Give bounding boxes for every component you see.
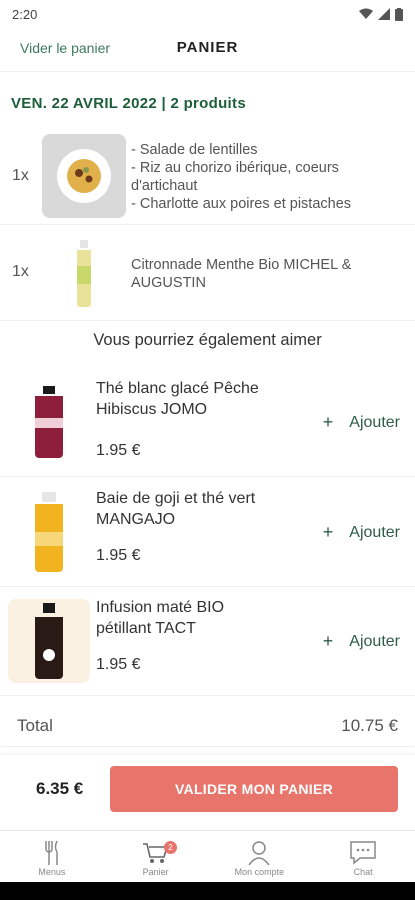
item-quantity: 1x <box>12 263 29 280</box>
nav-item-account[interactable]: Mon compte <box>208 831 312 882</box>
meal-line: - Riz au chorizo ibérique, coeurs d'arti… <box>131 160 339 194</box>
drink-line: Citronnade Menthe Bio MICHEL & AUGUSTIN <box>131 257 352 291</box>
product-image <box>8 380 90 464</box>
page-title: PANIER <box>176 39 239 56</box>
add-label: Ajouter <box>349 413 400 431</box>
status-bar: 2:20 <box>0 0 415 28</box>
battery-icon <box>395 7 403 21</box>
meal-image <box>42 134 126 218</box>
bottle-icon <box>35 603 63 679</box>
product-name: Thé blanc glacé Pêche Hibiscus JOMO <box>96 380 259 418</box>
product-image <box>8 490 90 574</box>
add-label: Ajouter <box>349 632 400 650</box>
plus-icon: + <box>322 522 334 542</box>
divider <box>0 746 415 747</box>
nav-item-chat[interactable]: Chat <box>311 831 415 882</box>
nav-item-menus[interactable]: Menus <box>0 831 104 882</box>
meal-line: - Charlotte aux poires et pistaches <box>131 196 352 212</box>
item-quantity: 1x <box>12 167 29 184</box>
user-icon <box>247 839 271 867</box>
nav-label: Panier <box>142 867 169 877</box>
suggestions-title: Vous pourriez également aimer <box>93 331 322 349</box>
bottle-icon <box>35 492 63 572</box>
product-name: Infusion maté BIO pétillant TACT <box>96 599 225 637</box>
cart-badge: 2 <box>163 841 177 854</box>
drink-image <box>42 231 126 315</box>
add-button[interactable]: + Ajouter <box>323 631 400 652</box>
wifi-icon <box>359 8 373 19</box>
meal-description: - Salade de lentilles - Riz au chorizo i… <box>131 141 401 213</box>
drink-description: Citronnade Menthe Bio MICHEL & AUGUSTIN <box>131 256 401 292</box>
product-price: 1.95 € <box>96 442 141 459</box>
signal-icon <box>378 8 390 20</box>
plus-icon: + <box>322 631 334 651</box>
nav-label: Mon compte <box>234 867 285 877</box>
add-button[interactable]: + Ajouter <box>323 412 400 433</box>
validate-cart-button[interactable]: VALIDER MON PANIER <box>110 766 398 812</box>
status-time: 2:20 <box>12 6 38 22</box>
add-button[interactable]: + Ajouter <box>323 522 400 543</box>
order-date-line: VEN. 22 AVRIL 2022 | 2 produits <box>11 95 246 112</box>
total-row: Total 10.75 € <box>0 712 415 742</box>
top-bar: Vider le panier PANIER <box>0 28 415 72</box>
nav-label: Menus <box>38 867 66 877</box>
product-name: Baie de goji et thé vert MANGAJO <box>96 490 256 528</box>
add-label: Ajouter <box>349 523 400 541</box>
product-price: 1.95 € <box>96 656 141 673</box>
suggestion-item: Infusion maté BIO pétillant TACT 1.95 € … <box>0 587 415 696</box>
plus-icon: + <box>322 412 334 432</box>
bottom-nav: Menus 2 Panier Mon compte Chat <box>0 830 415 882</box>
suggestion-item: Thé blanc glacé Pêche Hibiscus JOMO 1.95… <box>0 368 415 477</box>
nav-label: Chat <box>353 867 373 877</box>
bottle-icon <box>35 386 63 458</box>
bottle-icon <box>77 240 91 307</box>
checkout-bar: 6.35 € VALIDER MON PANIER <box>0 755 415 827</box>
suggestion-item: Baie de goji et thé vert MANGAJO 1.95 € … <box>0 478 415 587</box>
status-icons <box>359 7 403 21</box>
nav-item-cart[interactable]: 2 Panier <box>104 831 208 882</box>
product-price: 1.95 € <box>96 547 141 564</box>
total-label: Total <box>17 716 53 735</box>
plate-icon <box>57 149 111 203</box>
cart-item-meal[interactable]: 1x - Salade de lentilles - Riz au choriz… <box>0 125 415 225</box>
fork-knife-icon <box>43 839 61 867</box>
meal-line: - Salade de lentilles <box>131 142 258 158</box>
checkout-amount: 6.35 € <box>36 779 84 798</box>
system-nav-bar <box>0 882 415 900</box>
chat-icon <box>349 839 377 867</box>
cart-item-drink[interactable]: 1x Citronnade Menthe Bio MICHEL & AUGUST… <box>0 225 415 321</box>
product-image <box>8 599 90 683</box>
total-value: 10.75 € <box>341 716 398 735</box>
